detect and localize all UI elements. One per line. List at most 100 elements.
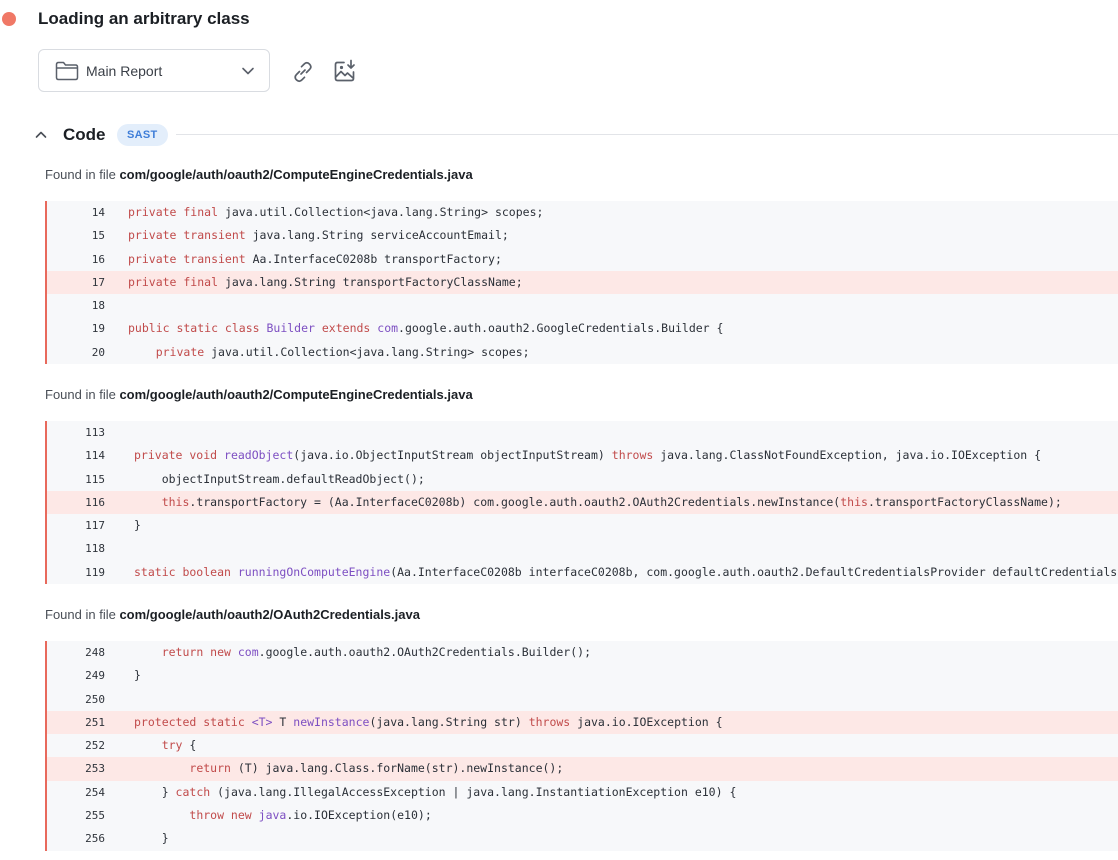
highlighted-code-line: 251 protected static <T> T newInstance(ja… [47,710,1118,735]
code-text: private final java.lang.String transport… [128,271,523,294]
code-line: 254 } catch (java.lang.IllegalAccessExce… [47,781,1118,804]
line-number: 250 [85,692,105,706]
line-number: 14 [91,206,105,219]
line-number: 253 [85,762,105,776]
code-token: java.lang.String serviceAccountEmail; [252,228,509,243]
code-token: } [134,784,176,799]
code-text: } catch (java.lang.IllegalAccessExceptio… [134,781,737,804]
line-number: 20 [91,345,105,359]
code-token: .io.IOException(e10); [286,808,432,823]
code-token: com [237,645,259,659]
code-text: } [134,827,169,850]
code-line: 249} [47,664,1118,687]
code-line: 114 private void readObject(java.io.Objec… [47,444,1118,467]
code-token: } [134,518,141,533]
issue-title: Loading an arbitrary class [38,9,250,28]
code-token: java.util.Collection<java.lang.String> s… [211,344,530,359]
code-text: private transient java.lang.String servi… [128,224,509,247]
code-token: Aa.InterfaceC0208b transportFactory; [252,251,502,266]
code-token: java.lang.ClassNotFoundException, java.i… [660,448,1042,463]
code-token: private final [128,205,225,219]
link-icon[interactable] [290,59,316,85]
line-number: 252 [85,739,105,753]
highlighted-code-line: 253 return (T) java.lang.Class.forName(s… [47,757,1118,781]
highlighted-code-line: 116 this.transportFactory = (Aa.Interfac… [47,490,1118,515]
code-text: public static class Builder extends com.… [128,317,723,340]
line-number: 119 [85,565,105,579]
code-token: (java.lang.String str) [369,714,529,729]
code-line: 18 [47,294,1118,317]
line-number: 117 [85,519,105,533]
code-token: (java.io.ObjectInputStream objectInputSt… [293,448,612,463]
code-token: extends [321,321,378,336]
code-line: 113 [47,421,1118,444]
found-in-file-3: Found in file com/google/auth/oauth2/OAu… [45,607,420,622]
code-token: Builder [266,321,322,336]
code-token: .google.auth.oauth2.GoogleCredentials.Bu… [398,321,724,336]
found-prefix: Found in file [45,607,116,622]
code-token: .google.auth.oauth2.OAuth2Credentials.Bu… [258,645,591,659]
report-select-label: Main Report [86,63,163,79]
chevron-up-icon[interactable] [34,128,48,142]
code-snippet-1: 14 private final java.util.Collection<jav… [45,201,1118,365]
code-line: 252 try { [47,734,1118,757]
code-text: this.transportFactory = (Aa.InterfaceC02… [134,491,1062,514]
code-text: } [134,664,141,687]
code-line: 250 [47,688,1118,711]
code-text: } [134,514,141,537]
line-number: 19 [91,322,105,336]
code-token: objectInputStream.defaultReadObject(); [134,471,425,486]
line-number: 254 [85,785,105,799]
code-text: private java.util.Collection<java.lang.S… [128,341,530,364]
code-token: T [279,714,294,729]
code-token: this [161,494,190,509]
code-token: private transient [128,228,253,243]
code-token: private transient [128,251,253,266]
code-token: (T) java.lang.Class.forName(str).newInst… [237,761,564,776]
code-token: newInstance [293,714,370,729]
line-number: 15 [91,229,105,243]
line-number: 17 [91,275,105,289]
line-number: 114 [85,449,105,463]
line-number: 115 [85,472,105,486]
code-token: catch [175,784,218,799]
section-title: Code [63,125,106,144]
code-token: } [134,831,169,846]
code-token: static boolean [134,564,238,579]
code-snippet-2: 113 114 private void readObject(java.io.Ob… [45,421,1118,585]
file-path[interactable]: com/google/auth/oauth2/ComputeEngineCred… [119,387,472,402]
section-divider [176,134,1118,135]
code-line: 117} [47,514,1118,537]
download-image-icon[interactable] [332,58,358,84]
folder-icon [55,61,79,81]
code-text: objectInputStream.defaultReadObject(); [134,468,425,491]
code-line: 255 throw new java.io.IOException(e10); [47,804,1118,827]
code-token: private [155,344,212,359]
code-text: throw new java.io.IOException(e10); [134,804,432,827]
code-line: 20 private java.util.Collection<java.lan… [47,341,1118,364]
code-section-header[interactable]: Code SAST [34,122,1118,148]
file-path[interactable]: com/google/auth/oauth2/OAuth2Credentials… [119,607,420,622]
found-in-file-2: Found in file com/google/auth/oauth2/Com… [45,387,473,402]
highlighted-code-line: 17 private final java.lang.String transpo… [47,270,1118,295]
code-token: readObject [224,448,294,463]
code-text: private final java.util.Collection<java.… [128,201,543,224]
file-path[interactable]: com/google/auth/oauth2/ComputeEngineCred… [119,167,472,182]
line-number: 113 [85,426,105,439]
code-snippet-3: 248 return new com.google.auth.oauth2.OA… [45,641,1118,851]
code-token: throws [611,448,661,463]
code-token: { [189,738,197,753]
severity-dot [2,12,16,26]
code-token: java.util.Collection<java.lang.String> s… [224,205,544,219]
code-token: java.io.IOException { [577,714,723,729]
code-token: try [161,738,190,753]
found-prefix: Found in file [45,167,116,182]
code-token: } [134,668,141,683]
code-token: runningOnComputeEngine [237,564,391,579]
report-select[interactable]: Main Report [38,49,270,92]
code-token: throws [528,714,578,729]
